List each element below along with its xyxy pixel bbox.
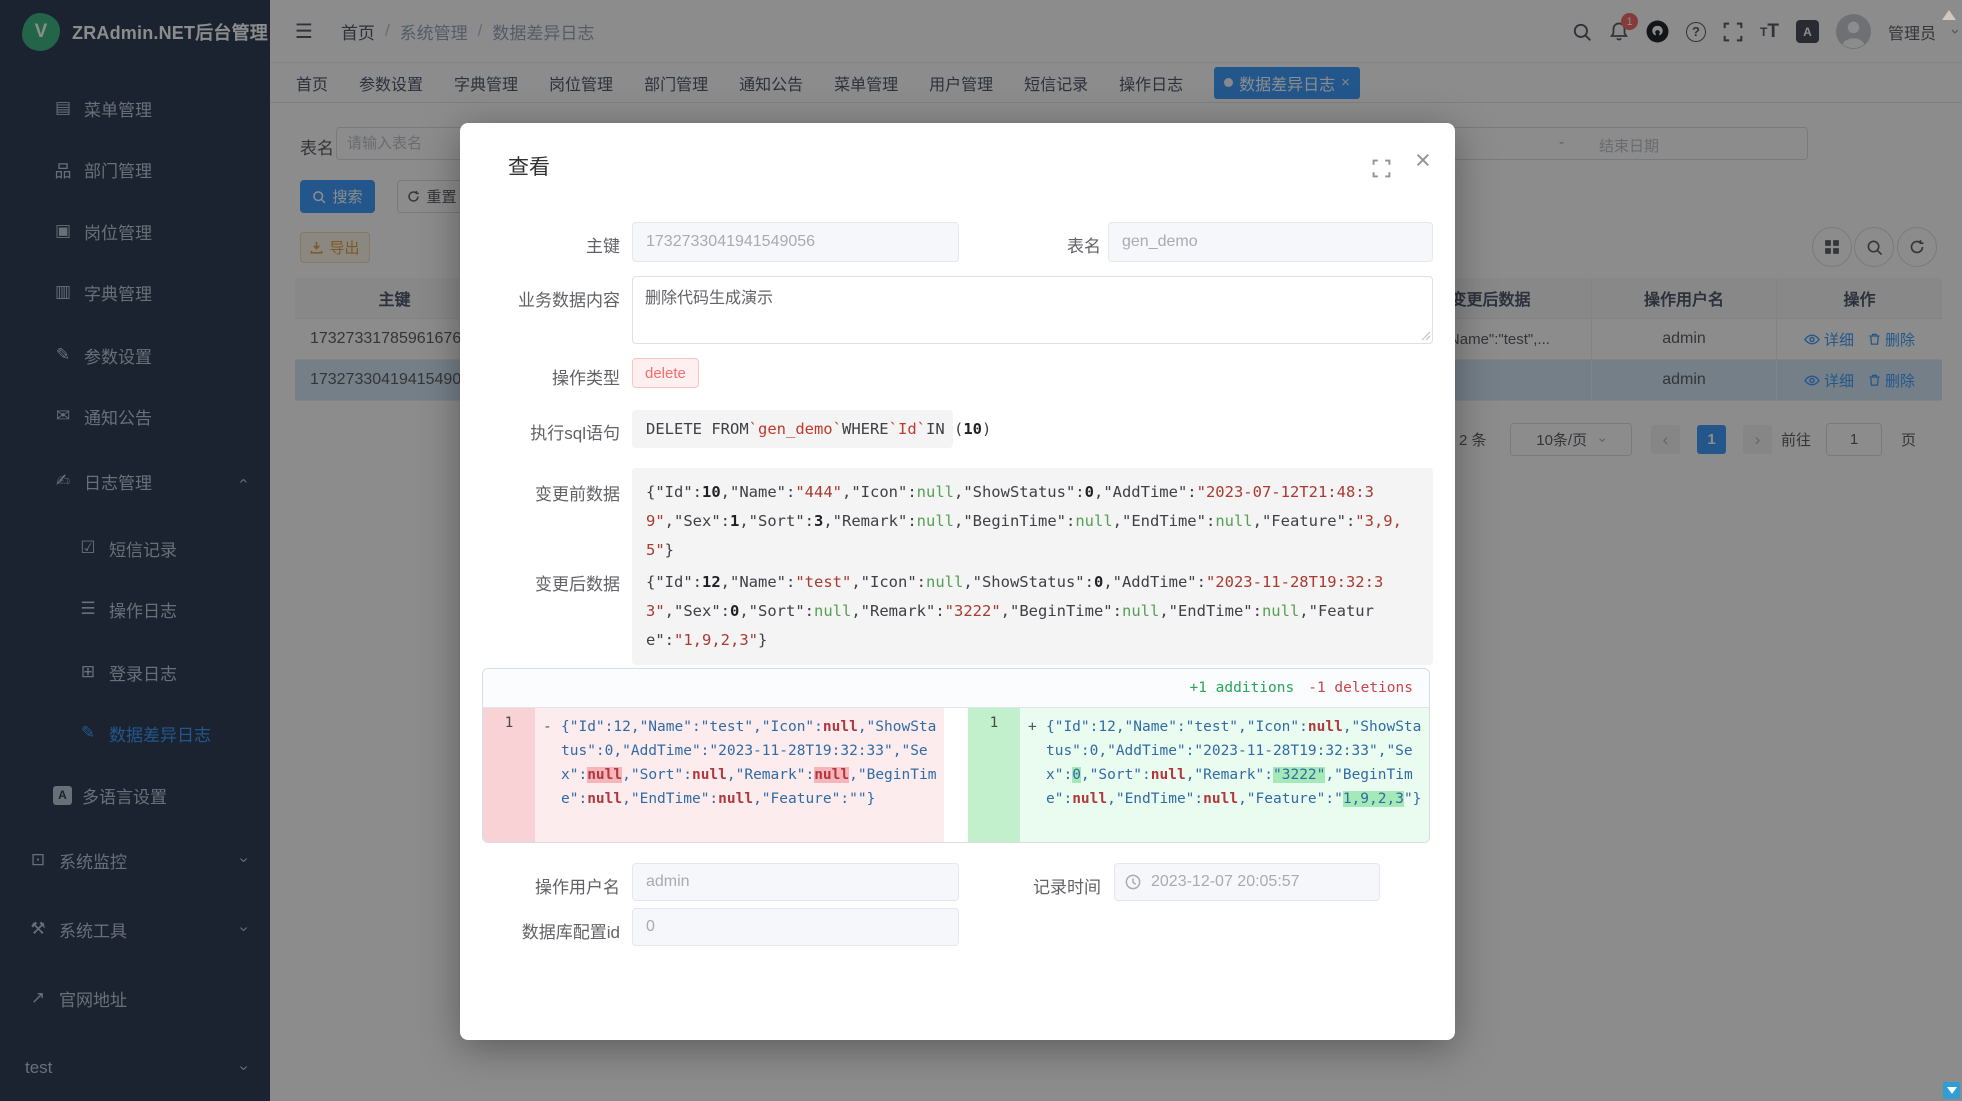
- op-type-label: 操作类型: [470, 364, 620, 389]
- diff-body: 1 - {"Id":12,"Name":"test","Icon":null,"…: [483, 708, 1429, 843]
- db-config-id-input[interactable]: [632, 908, 959, 946]
- table-name-label: 表名: [951, 232, 1101, 257]
- op-type-tag: delete: [632, 358, 699, 388]
- sql-label: 执行sql语句: [470, 419, 620, 444]
- diff-left-deleted: 1 - {"Id":12,"Name":"test","Icon":null,"…: [483, 708, 944, 843]
- pk-label: 主键: [470, 232, 620, 257]
- deletions-count: -1 deletions: [1308, 680, 1413, 696]
- diff-left-code: {"Id":12,"Name":"test","Icon":null,"Show…: [561, 715, 938, 843]
- dialog-title: 查看: [508, 151, 550, 181]
- diff-plus-sign: +: [1028, 715, 1046, 843]
- diff-divider: [944, 708, 968, 843]
- sql-statement: DELETE FROM `gen_demo` WHERE `Id` IN (10…: [632, 410, 953, 448]
- diff-right-code: {"Id":12,"Name":"test","Icon":null,"Show…: [1046, 715, 1423, 843]
- clock-icon: [1125, 874, 1141, 890]
- after-data-block: {"Id":12,"Name":"test","Icon":null,"Show…: [632, 558, 1433, 665]
- record-time-field[interactable]: [1114, 863, 1380, 901]
- record-time-label: 记录时间: [951, 873, 1101, 898]
- before-data-label: 变更前数据: [470, 480, 620, 505]
- app-root: V ZRAdmin.NET后台管理 ▤ 菜单管理 品 部门管理 ▣ 岗位管理 ▥…: [0, 0, 1962, 1101]
- diff-minus-sign: -: [543, 715, 561, 843]
- op-user-label: 操作用户名: [470, 873, 620, 898]
- business-content-textarea[interactable]: 删除代码生成演示: [632, 276, 1433, 344]
- textarea-resize-handle[interactable]: [1420, 330, 1430, 340]
- after-data-label: 变更后数据: [470, 570, 620, 595]
- diff-summary: +1 additions -1 deletions: [483, 669, 1429, 708]
- db-config-id-label: 数据库配置id: [470, 918, 620, 943]
- scrollbar-up-arrow[interactable]: [1942, 10, 1956, 20]
- record-time-input[interactable]: [1114, 863, 1380, 901]
- pk-input[interactable]: [632, 222, 959, 262]
- dialog-close-icon[interactable]: ×: [1415, 147, 1431, 174]
- diff-panel: +1 additions -1 deletions 1 - {"Id":12,"…: [482, 668, 1430, 843]
- dialog-fullscreen-icon[interactable]: [1372, 159, 1391, 178]
- table-name-input[interactable]: [1108, 222, 1433, 262]
- view-dialog: 查看 × 主键 表名 业务数据内容 删除代码生成演示 操作类型 delete 执…: [460, 123, 1455, 1040]
- diff-left-line-number: 1: [483, 708, 535, 843]
- scrollbar-down-arr[interactable]: [1943, 1082, 1960, 1099]
- op-user-input[interactable]: [632, 863, 959, 901]
- business-content-label: 业务数据内容: [470, 286, 620, 311]
- diff-right-added: 1 + {"Id":12,"Name":"test","Icon":null,"…: [968, 708, 1429, 843]
- diff-right-line-number: 1: [968, 708, 1020, 843]
- additions-count: +1 additions: [1189, 680, 1294, 696]
